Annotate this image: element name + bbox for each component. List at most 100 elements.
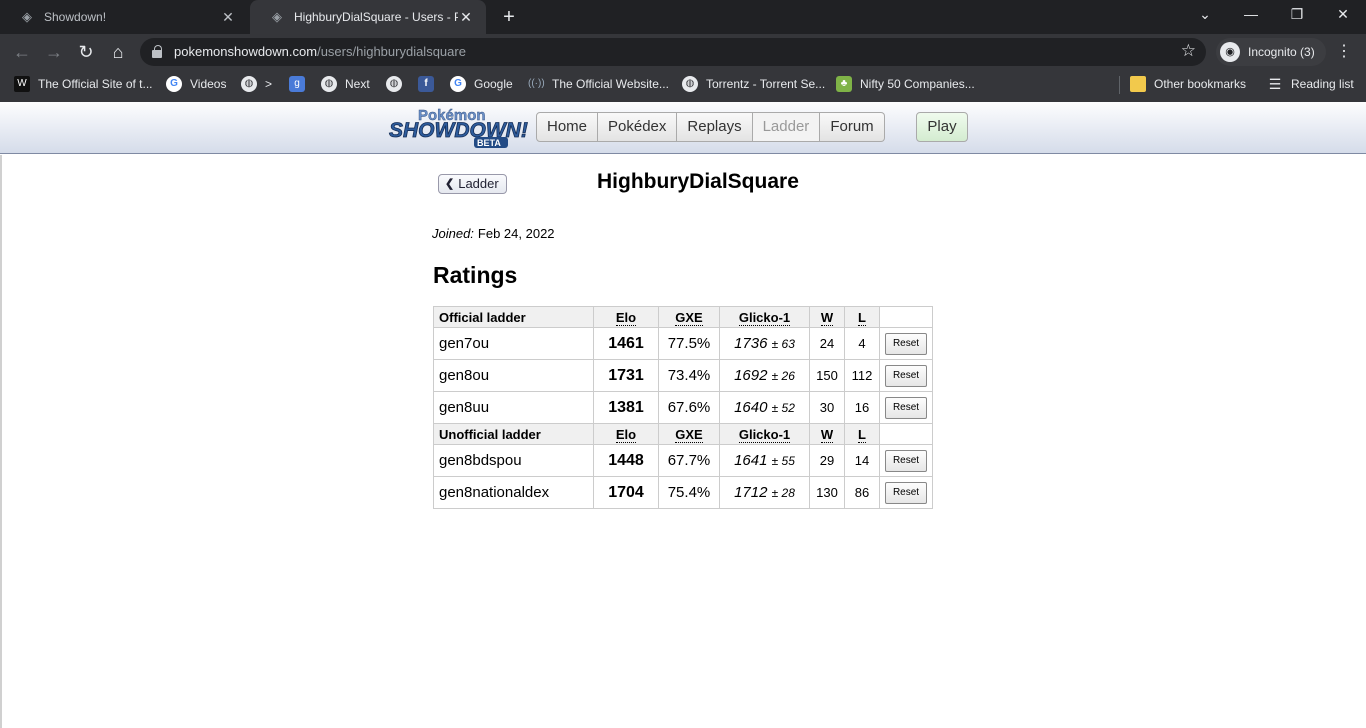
- reset-button[interactable]: Reset: [885, 449, 927, 472]
- close-icon[interactable]: ✕: [458, 9, 474, 26]
- bookmark-item[interactable]: ♣ Nifty 50 Companies...: [836, 70, 975, 98]
- losses-value: 112: [844, 359, 880, 392]
- nifty-icon: ♣: [836, 76, 852, 92]
- glicko-cell: 1712 ± 28: [719, 476, 810, 509]
- back-arrow-icon[interactable]: ←: [9, 39, 35, 65]
- bookmark-item[interactable]: ((·)) The Official Website...: [528, 70, 669, 98]
- action-cell: Reset: [879, 359, 933, 392]
- reset-button[interactable]: Reset: [885, 364, 927, 387]
- bookmark-item[interactable]: f: [418, 70, 442, 98]
- incognito-label: Incognito (3): [1248, 45, 1315, 59]
- col-action-header: [879, 306, 933, 328]
- gs-icon: g: [289, 76, 305, 92]
- col-gxe-header: GXE: [658, 423, 720, 445]
- tab-showdown[interactable]: ◈ Showdown! ✕: [0, 0, 248, 34]
- logo-beta-badge: BETA: [477, 138, 501, 148]
- joined-info: Joined: Feb 24, 2022: [432, 226, 555, 241]
- losses-value: 86: [844, 476, 880, 509]
- bookmark-item[interactable]: G Videos: [166, 70, 226, 98]
- broadcast-icon: ((·)): [528, 78, 545, 89]
- wins-value: 29: [809, 444, 845, 477]
- nav-replays[interactable]: Replays: [677, 112, 753, 142]
- play-button[interactable]: Play: [916, 112, 968, 142]
- glicko-cell: 1736 ± 63: [719, 327, 810, 360]
- home-icon[interactable]: ⌂: [105, 39, 131, 65]
- close-icon[interactable]: ✕: [220, 9, 236, 26]
- window-close-icon[interactable]: ✕: [1320, 0, 1366, 30]
- bookmark-item[interactable]: G Google: [450, 70, 513, 98]
- nav-forum[interactable]: Forum: [820, 112, 885, 142]
- glicko-value: 1736: [734, 335, 768, 352]
- action-cell: Reset: [879, 444, 933, 477]
- url-text[interactable]: pokemonshowdown.com/users/highburydialsq…: [174, 44, 466, 59]
- forward-arrow-icon[interactable]: →: [41, 39, 67, 65]
- lock-icon: [152, 45, 162, 58]
- reload-icon[interactable]: ↻: [73, 39, 99, 65]
- globe-icon: ◍: [321, 76, 337, 92]
- format-name: gen8ou: [433, 359, 594, 392]
- site-nav: Home Pokédex Replays Ladder Forum: [536, 112, 885, 142]
- ratings-table: Official ladder Elo GXE Glicko-1 W Lgen7ou 146…: [433, 306, 933, 509]
- table-row: gen8uu 1381 67.6% 1640 ± 52 30 16 Reset: [433, 391, 933, 424]
- glicko-deviation: ± 28: [771, 486, 795, 500]
- reset-button[interactable]: Reset: [885, 396, 927, 419]
- nav-home[interactable]: Home: [536, 112, 599, 142]
- glicko-deviation: ± 52: [771, 401, 795, 415]
- elo-value: 1448: [593, 444, 659, 477]
- col-w-header: W: [809, 423, 845, 445]
- reset-button[interactable]: Reset: [885, 332, 927, 355]
- page-title: HighburyDialSquare: [597, 170, 799, 193]
- ladder-section-header: Unofficial ladder Elo GXE Glicko-1 W L: [433, 423, 933, 445]
- more-menu-icon[interactable]: ⋮: [1336, 39, 1352, 65]
- bookmark-item[interactable]: ◍ >: [241, 70, 272, 98]
- glicko-value: 1692: [734, 367, 768, 384]
- minimize-icon[interactable]: —: [1228, 0, 1274, 30]
- table-row: gen8bdspou 1448 67.7% 1641 ± 55 29 14 Reset: [433, 444, 933, 477]
- joined-date: Feb 24, 2022: [477, 226, 555, 241]
- glicko-deviation: ± 63: [771, 337, 795, 351]
- format-name: gen7ou: [433, 327, 594, 360]
- globe-icon: ◍: [682, 76, 698, 92]
- bookmark-item[interactable]: W The Official Site of t...: [14, 70, 153, 98]
- format-name: gen8bdspou: [433, 444, 594, 477]
- col-elo-header: Elo: [593, 423, 659, 445]
- restore-icon[interactable]: ❐: [1274, 0, 1320, 30]
- showdown-logo[interactable]: Pokémon SHOWDOWN! BETA: [388, 104, 532, 150]
- tab-user-profile[interactable]: ◈ HighburyDialSquare - Users - Pok ✕: [250, 0, 486, 34]
- wins-value: 130: [809, 476, 845, 509]
- tab-search-chevron-icon[interactable]: ⌄: [1182, 0, 1228, 30]
- other-bookmarks[interactable]: Other bookmarks: [1130, 70, 1246, 98]
- incognito-badge[interactable]: ◉ Incognito (3): [1216, 38, 1326, 66]
- back-to-ladder-button[interactable]: ❮ Ladder: [438, 174, 507, 194]
- joined-label: Joined:: [432, 226, 474, 241]
- col-glicko-header: Glicko-1: [719, 306, 810, 328]
- nav-pokedex[interactable]: Pokédex: [598, 112, 678, 142]
- glicko-cell: 1640 ± 52: [719, 391, 810, 424]
- action-cell: Reset: [879, 476, 933, 509]
- action-cell: Reset: [879, 391, 933, 424]
- gxe-value: 67.7%: [658, 444, 720, 477]
- table-row: gen8ou 1731 73.4% 1692 ± 26 150 112 Reset: [433, 359, 933, 392]
- bookmark-item[interactable]: ◍ Torrentz - Torrent Se...: [682, 70, 825, 98]
- glicko-value: 1712: [734, 484, 768, 501]
- gxe-value: 67.6%: [658, 391, 720, 424]
- showdown-favicon-icon: ◈: [22, 9, 32, 24]
- address-bar[interactable]: pokemonshowdown.com/users/highburydialsq…: [140, 38, 1206, 66]
- format-name: gen8nationaldex: [433, 476, 594, 509]
- reading-list[interactable]: ☰ Reading list: [1267, 70, 1354, 98]
- bookmark-star-icon[interactable]: ☆: [1181, 41, 1196, 61]
- chevron-left-icon: ❮: [445, 178, 455, 190]
- gxe-value: 77.5%: [658, 327, 720, 360]
- bookmark-item[interactable]: ◍: [386, 70, 410, 98]
- col-action-header: [879, 423, 933, 445]
- elo-value: 1704: [593, 476, 659, 509]
- bookmark-item[interactable]: g: [289, 70, 313, 98]
- bookmark-item[interactable]: ◍ Next: [321, 70, 370, 98]
- col-gxe-header: GXE: [658, 306, 720, 328]
- back-label: Ladder: [458, 176, 499, 191]
- section-heading: Official ladder: [433, 306, 594, 328]
- nav-ladder[interactable]: Ladder: [752, 112, 821, 142]
- new-tab-plus-icon[interactable]: +: [498, 6, 520, 28]
- google-icon: G: [166, 76, 182, 92]
- reset-button[interactable]: Reset: [885, 481, 927, 504]
